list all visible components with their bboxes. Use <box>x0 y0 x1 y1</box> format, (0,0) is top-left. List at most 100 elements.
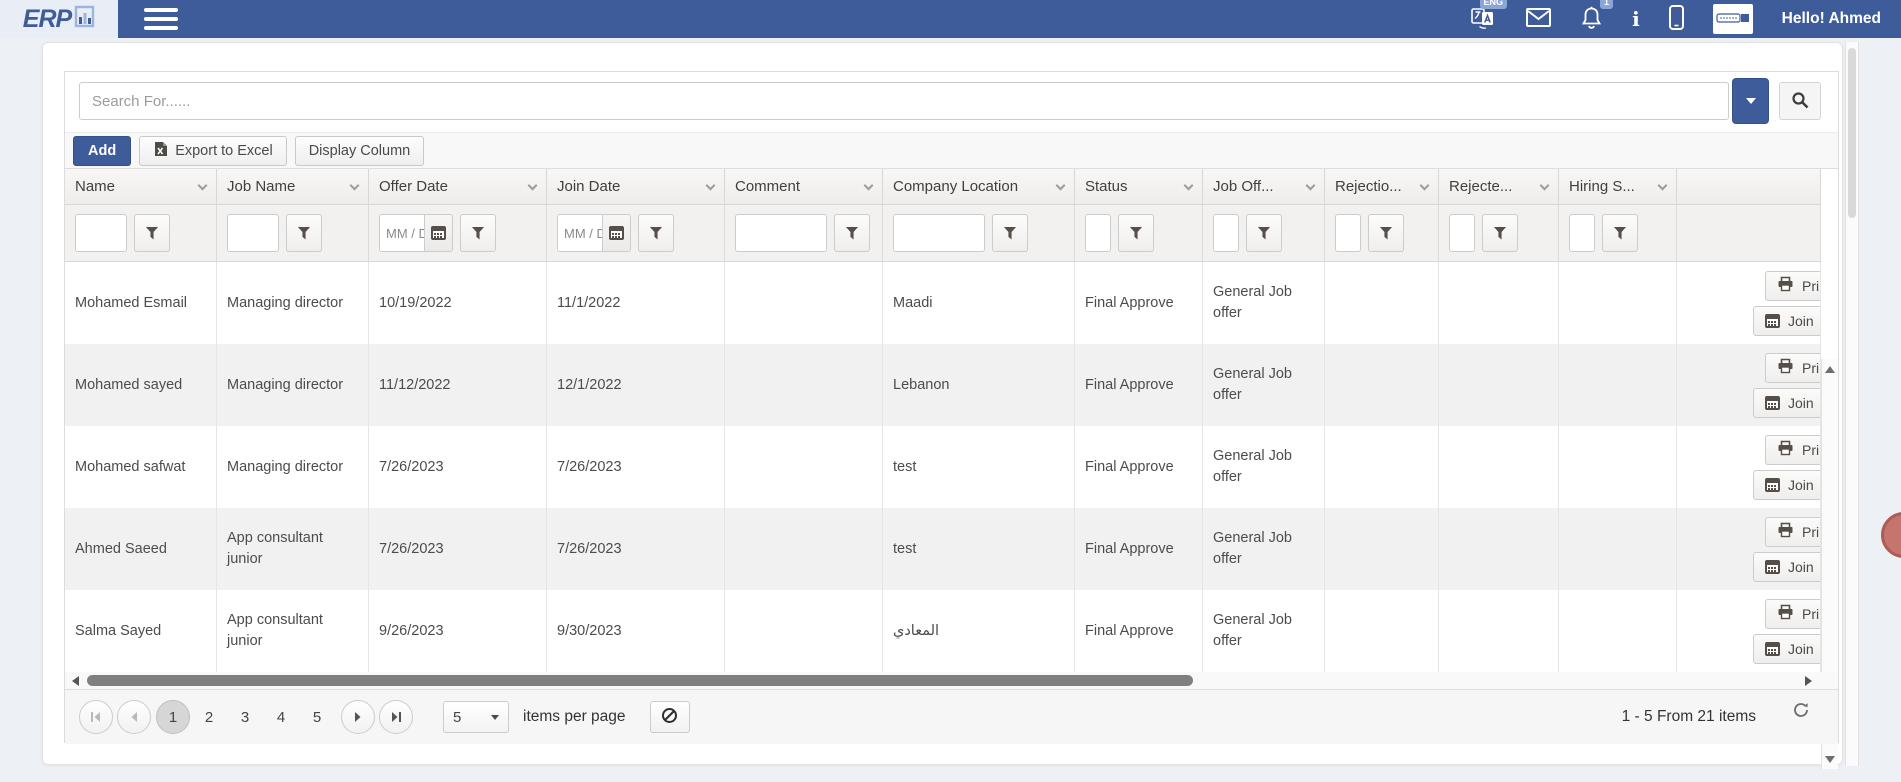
chevron-down-icon[interactable] <box>1420 181 1430 191</box>
column-header-comment[interactable]: Comment <box>725 169 883 204</box>
column-header-name[interactable]: Name <box>65 169 217 204</box>
column-header-job-offer[interactable]: Job Off... <box>1203 169 1325 204</box>
menu-button[interactable] <box>140 4 182 34</box>
horizontal-scrollbar-thumb[interactable] <box>87 675 1193 686</box>
cell-actions: Pri Join <box>1677 508 1821 590</box>
filter-date-input-join[interactable] <box>558 215 602 251</box>
cell-join-date: 7/26/2023 <box>547 426 725 508</box>
table-row[interactable]: Mohamed safwat Managing director 7/26/20… <box>65 426 1821 508</box>
chevron-down-icon[interactable] <box>864 181 874 191</box>
app-logo[interactable]: ERP <box>0 0 118 38</box>
join-button[interactable]: Join <box>1753 552 1821 582</box>
scroll-up-button[interactable] <box>1822 361 1838 377</box>
display-column-button[interactable]: Display Column <box>295 136 425 166</box>
filter-input-job-offer[interactable] <box>1213 214 1239 252</box>
filter-button-company-location[interactable] <box>992 214 1028 252</box>
print-button[interactable]: Pri <box>1765 517 1821 547</box>
table-row[interactable]: Mohamed Esmail Managing director 10/19/2… <box>65 262 1821 344</box>
filter-input-status[interactable] <box>1085 214 1111 252</box>
filter-button-comment[interactable] <box>834 214 870 252</box>
first-page-button[interactable] <box>79 700 113 734</box>
chevron-down-icon[interactable] <box>198 181 208 191</box>
chevron-down-icon[interactable] <box>1184 181 1194 191</box>
column-header-join-date[interactable]: Join Date <box>547 169 725 204</box>
mail-button[interactable] <box>1526 8 1551 30</box>
chevron-down-icon[interactable] <box>1056 181 1066 191</box>
join-button[interactable]: Join <box>1753 634 1821 664</box>
table-row[interactable]: Ahmed Saeed App consultant junior 7/26/2… <box>65 508 1821 590</box>
info-button[interactable] <box>1632 9 1640 29</box>
add-button[interactable]: Add <box>73 136 131 166</box>
table-row[interactable]: Mohamed sayed Managing director 11/12/20… <box>65 344 1821 426</box>
page-button-4[interactable]: 4 <box>264 700 298 734</box>
cell-status: Final Approve <box>1075 344 1203 426</box>
scroll-left-button[interactable] <box>67 673 83 688</box>
chevron-down-icon[interactable] <box>1306 181 1316 191</box>
scroll-down-button[interactable] <box>1822 751 1838 767</box>
scroll-right-button[interactable] <box>1800 673 1816 688</box>
refresh-button[interactable] <box>1792 701 1810 722</box>
page-scrollbar-thumb[interactable] <box>1848 48 1856 218</box>
filter-button-job-offer[interactable] <box>1246 214 1282 252</box>
filter-button-offer-date[interactable] <box>460 214 496 252</box>
bell-icon <box>1580 5 1603 33</box>
table-row[interactable]: Salma Sayed App consultant junior 9/26/2… <box>65 590 1821 672</box>
chevron-down-icon[interactable] <box>528 181 538 191</box>
filter-button-rejected[interactable] <box>1482 214 1518 252</box>
export-excel-button[interactable]: Export to Excel <box>139 136 287 166</box>
page-button-2[interactable]: 2 <box>192 700 226 734</box>
last-page-button[interactable] <box>379 700 413 734</box>
filter-button-status[interactable] <box>1118 214 1154 252</box>
search-input[interactable] <box>79 82 1729 120</box>
chevron-down-icon[interactable] <box>706 181 716 191</box>
page-scrollbar[interactable] <box>1845 42 1859 766</box>
filter-input-comment[interactable] <box>735 214 827 252</box>
print-button[interactable]: Pri <box>1765 435 1821 465</box>
previous-page-button[interactable] <box>117 700 151 734</box>
offer-date-picker-button[interactable] <box>424 215 452 251</box>
filter-input-rejection[interactable] <box>1335 214 1361 252</box>
page-size-select[interactable]: 5 <box>443 701 509 733</box>
column-header-job-name[interactable]: Job Name <box>217 169 369 204</box>
column-header-rejection[interactable]: Rejectio... <box>1325 169 1439 204</box>
filter-button-name[interactable] <box>134 214 170 252</box>
notifications-button[interactable]: 1 <box>1580 5 1603 33</box>
floating-action-button[interactable] <box>1881 512 1901 558</box>
chevron-down-icon[interactable] <box>1658 181 1668 191</box>
print-button[interactable]: Pri <box>1765 353 1821 383</box>
filter-input-rejected[interactable] <box>1449 214 1475 252</box>
language-button[interactable]: ENG <box>1471 5 1497 33</box>
column-header-rejected[interactable]: Rejecte... <box>1439 169 1559 204</box>
filter-button-join-date[interactable] <box>638 214 674 252</box>
chevron-down-icon[interactable] <box>350 181 360 191</box>
column-header-offer-date[interactable]: Offer Date <box>369 169 547 204</box>
filter-button-hiring[interactable] <box>1602 214 1638 252</box>
filter-button-rejection[interactable] <box>1368 214 1404 252</box>
next-page-button[interactable] <box>341 700 375 734</box>
mobile-app-button[interactable] <box>1669 5 1684 33</box>
filter-input-hiring[interactable] <box>1569 214 1595 252</box>
join-button[interactable]: Join <box>1753 470 1821 500</box>
search-button[interactable] <box>1779 82 1821 120</box>
avatar[interactable] <box>1713 4 1753 34</box>
filter-date-input-offer[interactable] <box>380 215 424 251</box>
join-button[interactable]: Join <box>1753 306 1821 336</box>
join-button[interactable]: Join <box>1753 388 1821 418</box>
clear-filters-button[interactable] <box>650 701 690 733</box>
page-button-3[interactable]: 3 <box>228 700 262 734</box>
filter-input-job-name[interactable] <box>227 214 279 252</box>
filter-button-job-name[interactable] <box>286 214 322 252</box>
page-button-5[interactable]: 5 <box>300 700 334 734</box>
print-button[interactable]: Pri <box>1765 271 1821 301</box>
chevron-down-icon[interactable] <box>1540 181 1550 191</box>
column-header-company-location[interactable]: Company Location <box>883 169 1075 204</box>
print-button[interactable]: Pri <box>1765 599 1821 629</box>
filter-input-name[interactable] <box>75 214 127 252</box>
column-header-hiring[interactable]: Hiring S... <box>1559 169 1677 204</box>
join-date-picker-button[interactable] <box>602 215 630 251</box>
search-dropdown-button[interactable] <box>1732 78 1769 124</box>
column-header-status[interactable]: Status <box>1075 169 1203 204</box>
page-button-1[interactable]: 1 <box>156 700 190 734</box>
grid-horizontal-scrollbar[interactable] <box>65 672 1838 689</box>
filter-input-company-location[interactable] <box>893 214 985 252</box>
